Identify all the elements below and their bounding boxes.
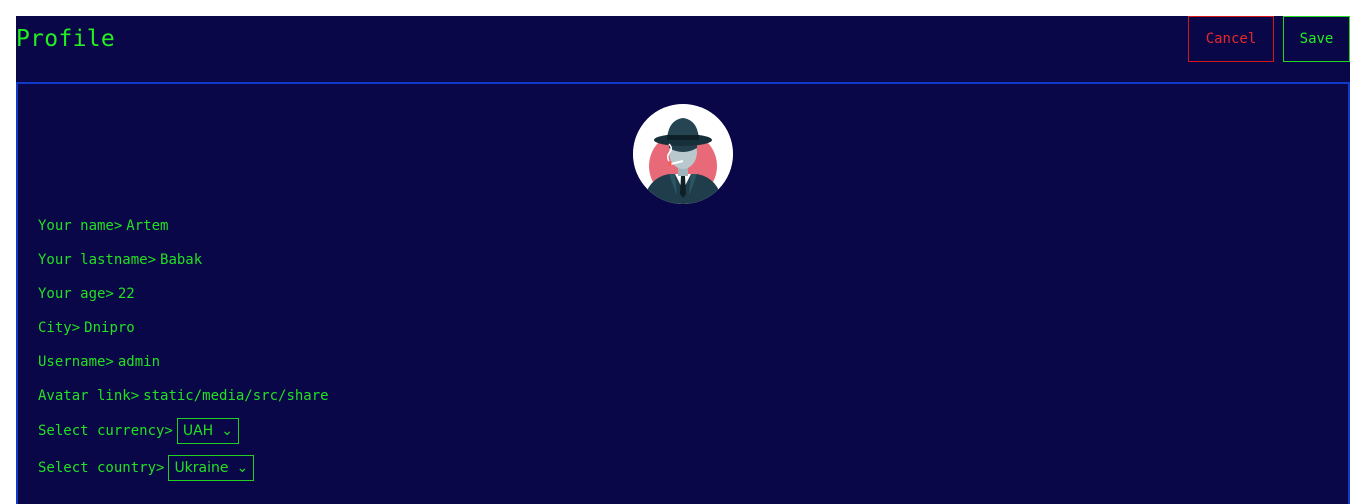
field-row-lastname: Your lastname> Babak [38,249,202,271]
avatar-link-label: Avatar link> [38,388,140,404]
age-label: Your age> [38,286,114,302]
save-button[interactable]: Save [1283,16,1350,62]
field-row-currency: Select currency> UAH ⌄ [38,417,239,445]
username-field[interactable]: admin [118,351,160,373]
age-field[interactable]: 22 [118,283,135,305]
lastname-label: Your lastname> [38,252,157,268]
currency-label: Select currency> [38,423,173,439]
chevron-down-icon: ⌄ [221,423,233,439]
city-field[interactable]: Dnipro [84,317,135,339]
field-row-avatar-link: Avatar link> static/media/src/share [38,385,333,407]
username-label: Username> [38,354,114,370]
field-row-city: City> Dnipro [38,317,135,339]
country-selected-value: Ukraine [174,460,229,476]
country-label: Select country> [38,460,165,476]
profile-panel: Your name> Artem Your lastname> Babak Your… [16,82,1350,504]
avatar-link-field[interactable]: static/media/src/share [143,385,333,407]
city-label: City> [38,320,81,336]
field-row-name: Your name> Artem [38,215,168,237]
avatar [633,104,733,204]
field-row-username: Username> admin [38,351,160,373]
name-field[interactable]: Artem [126,215,168,237]
profile-page: Profile Cancel Save Your name> Artem You… [16,16,1350,504]
name-label: Your name> [38,218,123,234]
field-row-country: Select country> Ukraine ⌄ [38,454,255,482]
cancel-button[interactable]: Cancel [1188,16,1274,62]
lastname-field[interactable]: Babak [160,249,202,271]
currency-select[interactable]: UAH ⌄ [176,418,239,444]
currency-selected-value: UAH [182,423,214,439]
page-title: Profile [16,26,116,52]
chevron-down-icon: ⌄ [236,460,249,476]
country-select[interactable]: Ukraine ⌄ [168,455,255,481]
field-row-age: Your age> 22 [38,283,135,305]
spy-avatar-icon [633,104,733,204]
